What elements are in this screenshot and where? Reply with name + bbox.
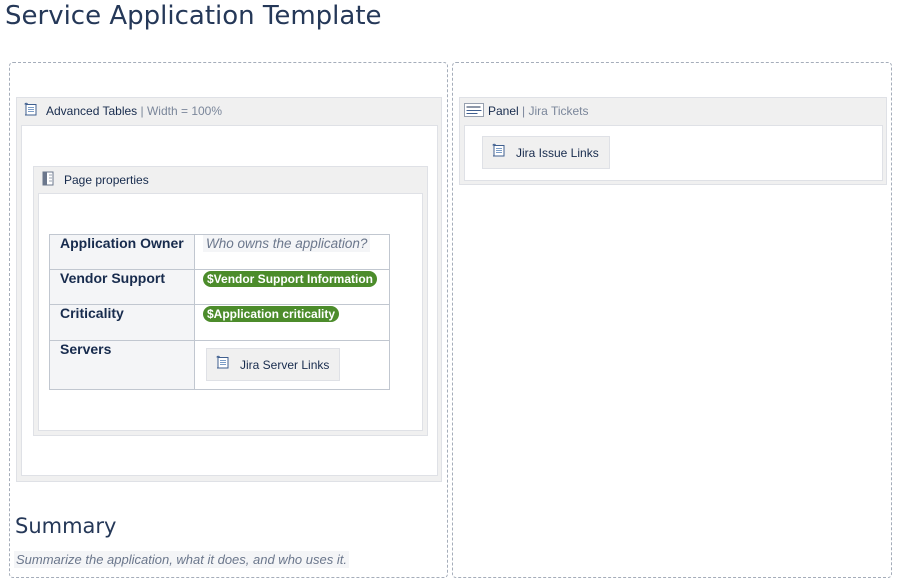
criticality-variable[interactable]: $Application criticality [203,306,340,322]
jira-issue-links-macro[interactable]: Jira Issue Links [482,136,610,169]
table-row: Application Owner Who owns the applicati… [49,234,390,270]
advanced-tables-macro[interactable]: Advanced Tables | Width = 100% Page prop… [16,97,442,482]
row-value-application-owner[interactable]: Who owns the application? [194,234,390,270]
page-properties-body[interactable]: Application Owner Who owns the applicati… [38,193,423,431]
page-properties-macro[interactable]: Page properties Application Owner Who ow… [33,166,428,436]
application-owner-placeholder[interactable]: Who owns the application? [203,235,371,252]
advanced-tables-body[interactable]: Page properties Application Owner Who ow… [21,125,438,476]
document-scroll-icon [491,143,507,162]
properties-table: Application Owner Who owns the applicati… [49,234,390,390]
advanced-tables-separator: | [137,104,147,118]
document-scroll-icon [23,102,39,121]
panel-param: Jira Tickets [528,104,589,118]
jira-server-links-macro[interactable]: Jira Server Links [206,348,341,381]
row-value-criticality[interactable]: $Application criticality [194,304,390,341]
advanced-tables-param: Width = 100% [146,104,223,118]
row-value-vendor-support[interactable]: $Vendor Support Information [194,269,390,305]
summary-placeholder[interactable]: Summarize the application, what it does,… [14,551,349,568]
document-scroll-icon [215,355,231,374]
vendor-support-variable[interactable]: $Vendor Support Information [203,271,378,287]
panel-separator: | [518,104,529,118]
table-row: Servers Jira Server Links [49,340,390,390]
row-label-application-owner: Application Owner [49,234,195,270]
right-column[interactable]: Panel | Jira Tickets Jira Issue Links [452,62,892,578]
jira-issue-links-label: Jira Issue Links [516,145,599,160]
table-row: Criticality $Application criticality [49,304,390,341]
jira-server-links-label: Jira Server Links [240,357,330,372]
advanced-tables-name: Advanced Tables [46,104,138,118]
page-title: Service Application Template [5,1,382,31]
row-value-servers[interactable]: Jira Server Links [194,340,390,390]
page-properties-name: Page properties [64,173,149,187]
panel-name: Panel [488,104,519,118]
page-properties-icon [42,171,55,190]
row-label-servers: Servers [49,340,195,390]
advanced-tables-header[interactable]: Advanced Tables | Width = 100% [17,98,441,124]
table-row: Vendor Support $Vendor Support Informati… [49,269,390,305]
page-properties-header[interactable]: Page properties [34,167,427,193]
panel-body[interactable]: Jira Issue Links [464,125,883,181]
row-label-criticality: Criticality [49,304,195,341]
panel-macro[interactable]: Panel | Jira Tickets Jira Issue Links [459,97,887,185]
row-label-vendor-support: Vendor Support [49,269,195,305]
panel-lorem-icon [464,102,484,120]
panel-header[interactable]: Panel | Jira Tickets [460,98,886,124]
left-column[interactable]: Advanced Tables | Width = 100% Page prop… [9,62,448,578]
summary-heading: Summary [15,514,117,538]
